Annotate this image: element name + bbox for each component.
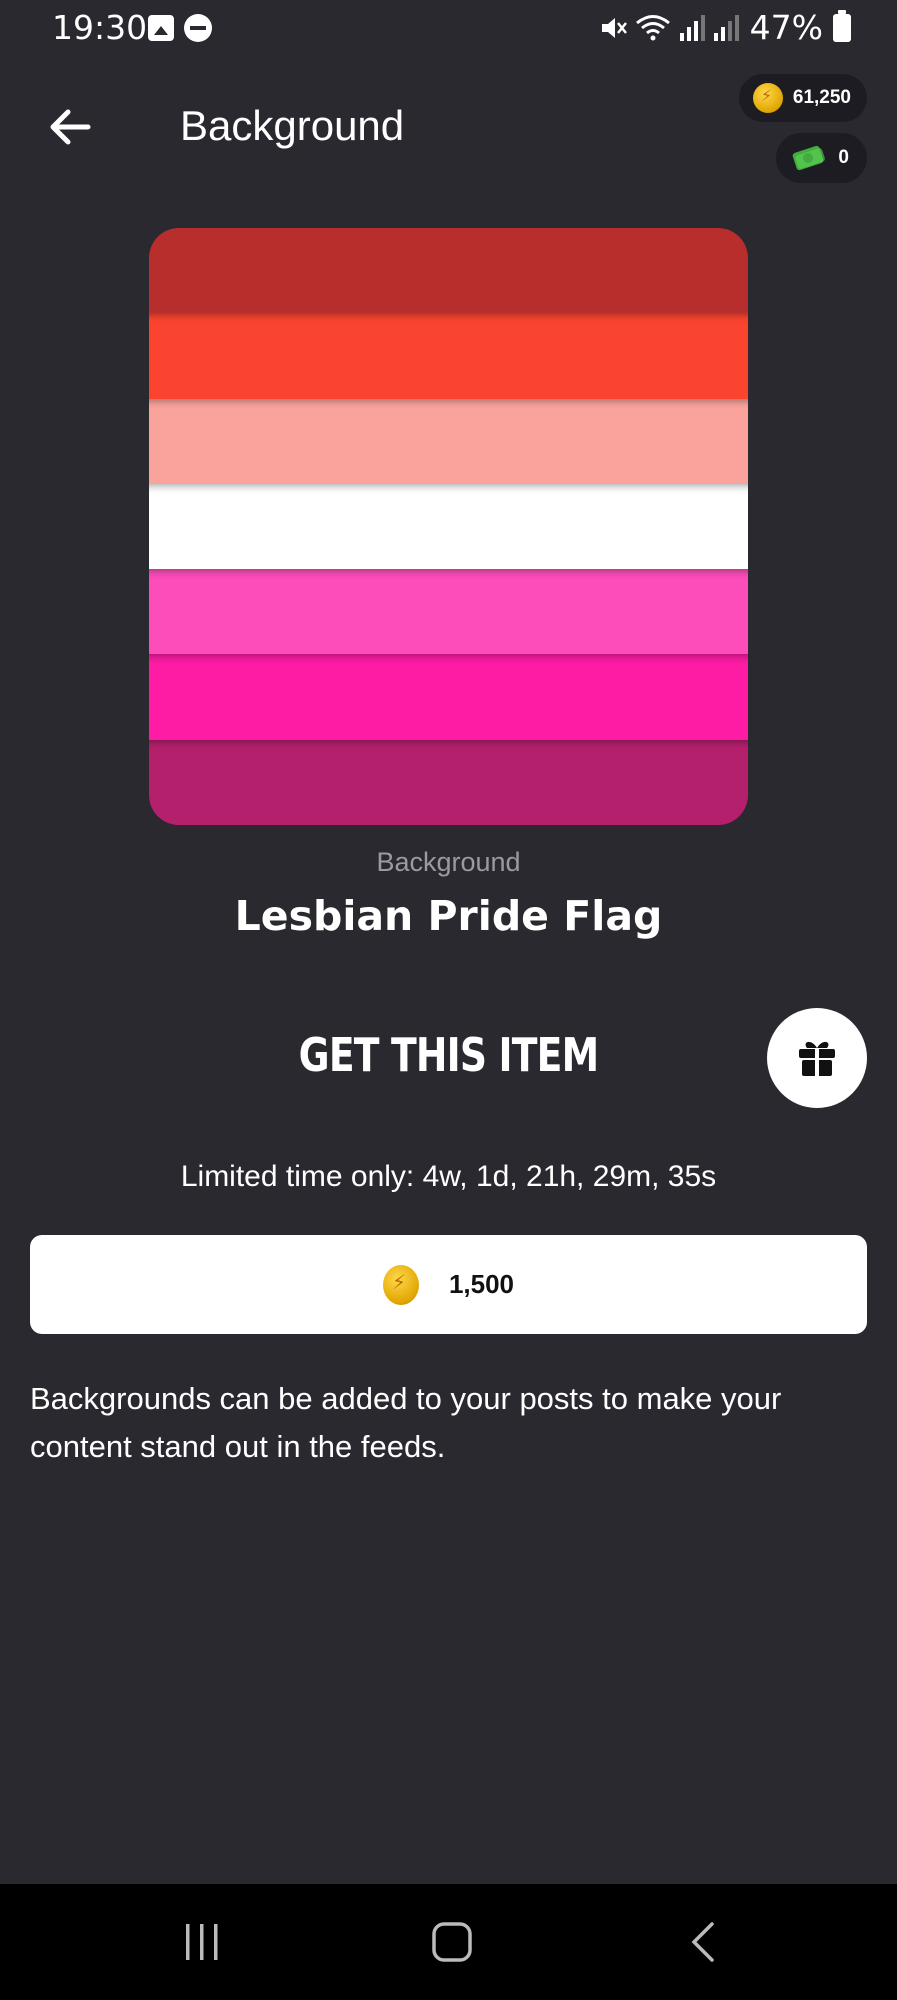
home-icon [432, 1922, 472, 1962]
page-title: Background [180, 102, 405, 149]
battery-icon [833, 9, 851, 42]
flag-stripe [149, 654, 748, 740]
limited-time-text: Limited time only: 4w, 1d, 21h, 29m, 35s [180, 1160, 717, 1193]
cash-amount: 0 [838, 147, 849, 168]
back-button[interactable] [40, 102, 100, 152]
coins-amount: 61,250 [792, 87, 851, 108]
status-bar: 19:30 47% [0, 0, 897, 58]
wifi-icon [635, 14, 670, 40]
back-nav-button[interactable] [624, 1884, 784, 2000]
system-nav-bar [0, 1884, 897, 2000]
gallery-icon [148, 15, 174, 41]
item-name: Lesbian Pride Flag [234, 892, 663, 940]
item-category: Background [376, 847, 521, 877]
flag-stripe [149, 483, 748, 570]
flag-stripe [149, 398, 748, 484]
home-button[interactable] [372, 1884, 532, 2000]
flag-stripe [149, 228, 748, 314]
gift-button[interactable] [767, 1008, 867, 1108]
gift-icon [799, 1041, 835, 1076]
back-icon [691, 1922, 714, 1962]
coin-icon [752, 83, 783, 113]
coins-balance[interactable]: 61,250 [738, 74, 867, 122]
recents-icon [186, 1924, 218, 1960]
signal-icon [679, 14, 705, 41]
arrow-left-icon [50, 109, 91, 145]
cash-icon [793, 145, 826, 171]
item-preview-image [149, 228, 748, 825]
status-time: 19:30 [52, 8, 148, 47]
flag-stripe [149, 739, 748, 825]
coin-icon [382, 1264, 419, 1305]
get-this-item-heading: GET THIS ITEM [298, 1028, 599, 1082]
flag-stripe [149, 313, 748, 399]
flag-stripe [149, 569, 748, 655]
recents-button[interactable] [122, 1884, 282, 2000]
price-label: 1,500 [448, 1269, 515, 1299]
buy-button[interactable]: 1,500 [30, 1235, 867, 1334]
battery-percent: 47% [749, 8, 823, 47]
signal-icon [713, 14, 739, 41]
do-not-disturb-icon [184, 14, 212, 42]
cash-balance[interactable]: 0 [776, 133, 867, 183]
mute-icon [601, 17, 627, 38]
item-description: Backgrounds can be added to your posts t… [30, 1381, 782, 1464]
